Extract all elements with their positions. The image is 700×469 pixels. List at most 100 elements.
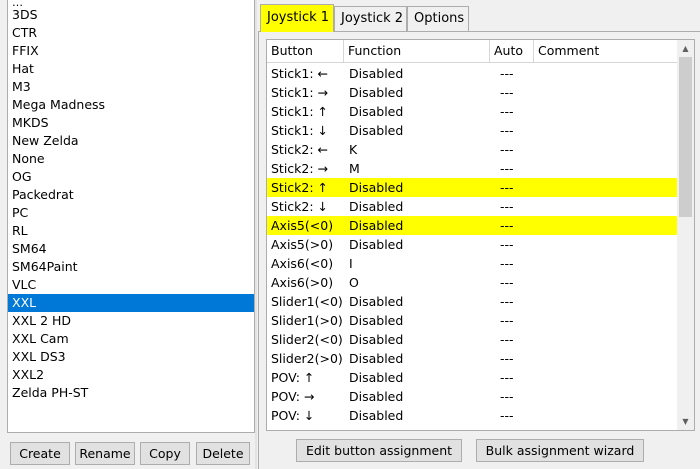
cell-function: Disabled — [349, 123, 404, 138]
profile-list[interactable]: … 3DSCTRFFIXHatM3Mega MadnessMKDSNew Zel… — [7, 0, 255, 433]
cell-auto: --- — [500, 218, 514, 233]
profile-item[interactable]: M3 — [8, 78, 254, 96]
cell-function: Disabled — [349, 180, 404, 195]
cell-button: Stick2: ← — [271, 142, 329, 157]
grid-row[interactable]: Stick2: ↓ Disabled --- — [267, 197, 677, 216]
profile-item[interactable]: RL — [8, 222, 254, 240]
grid-row[interactable]: Stick2: → M --- — [267, 159, 677, 178]
rename-button[interactable]: Rename — [75, 442, 135, 465]
grid-row[interactable]: POV: ↓ Disabled --- — [267, 406, 677, 425]
cell-button: Axis5(<0) — [271, 218, 334, 233]
profile-item[interactable]: XXL — [8, 294, 254, 312]
cell-auto: --- — [500, 294, 514, 309]
grid-row[interactable]: Slider2(<0) Disabled --- — [267, 330, 677, 349]
cell-auto: --- — [500, 180, 514, 195]
profile-item[interactable]: XXL DS3 — [8, 348, 254, 366]
grid-row[interactable]: Stick2: ← K --- — [267, 140, 677, 159]
scroll-thumb[interactable] — [679, 57, 692, 217]
splitter[interactable] — [255, 0, 257, 469]
profile-item[interactable]: PC — [8, 204, 254, 222]
cell-button: Stick1: ← — [271, 66, 329, 81]
column-header-comment[interactable]: Comment — [534, 40, 677, 62]
profile-item[interactable]: 3DS — [8, 6, 254, 24]
bulk-assignment-wizard-button[interactable]: Bulk assignment wizard — [476, 439, 644, 462]
cell-button: Slider1(>0) — [271, 313, 343, 328]
profile-item[interactable]: Packedrat — [8, 186, 254, 204]
profile-item[interactable]: XXL Cam — [8, 330, 254, 348]
grid-row[interactable]: Stick1: ↓ Disabled --- — [267, 121, 677, 140]
cell-function: Disabled — [349, 104, 404, 119]
profile-item[interactable]: FFIX — [8, 42, 254, 60]
profile-item[interactable]: VLC — [8, 276, 254, 294]
grid-row[interactable]: Axis6(>0) O --- — [267, 273, 677, 292]
cell-button: Slider2(>0) — [271, 351, 343, 366]
grid-rows: Stick1: ← Disabled --- Stick1: → Disabled ---… — [267, 64, 677, 425]
grid-row[interactable]: Axis5(<0) Disabled --- — [267, 216, 677, 235]
cell-button: Axis6(<0) — [271, 256, 334, 271]
profile-item[interactable]: MKDS — [8, 114, 254, 132]
copy-button[interactable]: Copy — [140, 442, 190, 465]
cell-button: Slider2(<0) — [271, 332, 343, 347]
grid-row[interactable]: Stick1: → Disabled --- — [267, 83, 677, 102]
column-header-function[interactable]: Function — [344, 40, 490, 62]
cell-button: Axis5(>0) — [271, 237, 334, 252]
grid-row[interactable]: POV: ↑ Disabled --- — [267, 368, 677, 387]
grid-row[interactable]: POV: → Disabled --- — [267, 387, 677, 406]
scroll-down-icon[interactable]: ▼ — [677, 413, 694, 430]
profile-item[interactable]: SM64 — [8, 240, 254, 258]
column-header-auto[interactable]: Auto — [490, 40, 534, 62]
cell-auto: --- — [500, 161, 514, 176]
cell-button: POV: ↑ — [271, 370, 315, 385]
cell-function: Disabled — [349, 389, 404, 404]
grid-header: Button Function Auto Comment — [267, 40, 677, 63]
cell-auto: --- — [500, 408, 514, 423]
cell-function: Disabled — [349, 351, 404, 366]
cell-function: O — [349, 275, 359, 290]
cell-button: Stick2: → — [271, 161, 329, 176]
profile-item[interactable]: SM64Paint — [8, 258, 254, 276]
profile-item[interactable]: Hat — [8, 60, 254, 78]
cell-function: M — [349, 161, 360, 176]
profile-item[interactable]: XXL 2 HD — [8, 312, 254, 330]
tab-options[interactable]: Options — [407, 6, 469, 31]
cell-function: Disabled — [349, 408, 404, 423]
edit-button-assignment-button[interactable]: Edit button assignment — [296, 439, 462, 462]
profile-item[interactable]: CTR — [8, 24, 254, 42]
scroll-up-icon[interactable]: ▲ — [677, 40, 694, 57]
profile-item[interactable]: Zelda PH-ST — [8, 384, 254, 402]
profile-item[interactable]: Mega Madness — [8, 96, 254, 114]
tab-joystick-1[interactable]: Joystick 1 — [260, 4, 334, 32]
tab-joystick-2[interactable]: Joystick 2 — [334, 6, 407, 31]
grid-row[interactable]: Slider1(>0) Disabled --- — [267, 311, 677, 330]
profile-item[interactable]: XXL2 — [8, 366, 254, 384]
cell-function: Disabled — [349, 218, 404, 233]
grid-row[interactable]: Axis6(<0) I --- — [267, 254, 677, 273]
cell-function: Disabled — [349, 370, 404, 385]
create-button[interactable]: Create — [10, 442, 70, 465]
cell-auto: --- — [500, 66, 514, 81]
grid-row[interactable]: Stick1: ← Disabled --- — [267, 64, 677, 83]
cell-button: Stick2: ↓ — [271, 199, 329, 214]
cell-function: Disabled — [349, 199, 404, 214]
profile-item[interactable]: None — [8, 150, 254, 168]
cell-auto: --- — [500, 313, 514, 328]
cell-auto: --- — [500, 85, 514, 100]
grid-row[interactable]: Axis5(>0) Disabled --- — [267, 235, 677, 254]
grid-row[interactable]: Slider1(<0) Disabled --- — [267, 292, 677, 311]
cell-auto: --- — [500, 199, 514, 214]
cell-auto: --- — [500, 142, 514, 157]
column-header-button[interactable]: Button — [267, 40, 344, 62]
cell-button: Axis6(>0) — [271, 275, 334, 290]
delete-button[interactable]: Delete — [196, 442, 250, 465]
profile-item[interactable]: New Zelda — [8, 132, 254, 150]
cell-auto: --- — [500, 332, 514, 347]
cell-auto: --- — [500, 237, 514, 252]
profile-item[interactable]: OG — [8, 168, 254, 186]
grid-row[interactable]: Slider2(>0) Disabled --- — [267, 349, 677, 368]
vertical-scrollbar[interactable]: ▲ ▼ — [677, 40, 694, 430]
cell-auto: --- — [500, 275, 514, 290]
cell-auto: --- — [500, 104, 514, 119]
grid-row[interactable]: Stick2: ↑ Disabled --- — [267, 178, 677, 197]
assignment-grid[interactable]: Button Function Auto Comment Stick1: ← Di… — [266, 39, 695, 431]
grid-row[interactable]: Stick1: ↑ Disabled --- — [267, 102, 677, 121]
